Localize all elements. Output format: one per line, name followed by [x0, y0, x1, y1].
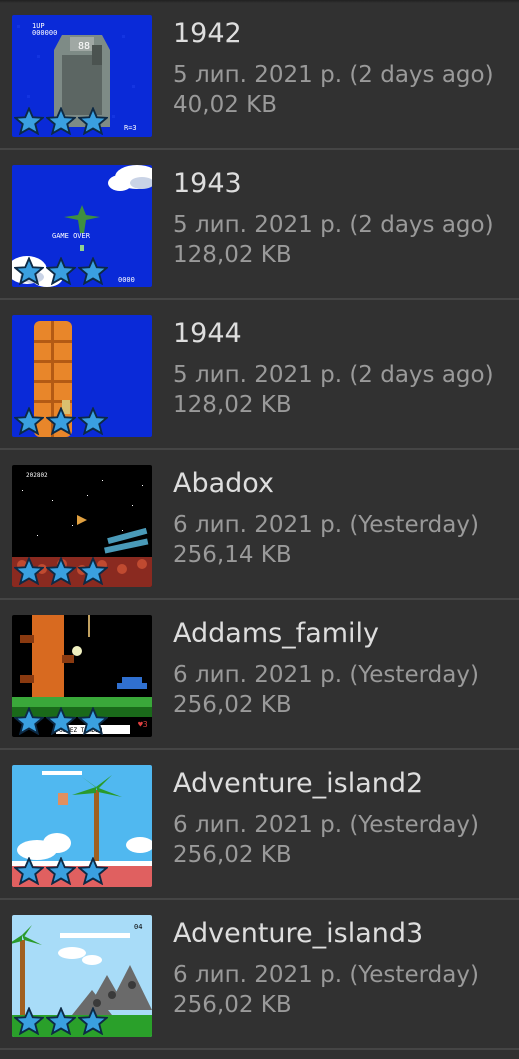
game-title: 1942	[173, 18, 242, 49]
game-date: 5 лип. 2021 р. (2 days ago)	[173, 62, 494, 88]
rating-stars	[14, 707, 108, 735]
star-icon	[78, 407, 108, 435]
star-icon	[46, 557, 76, 585]
list-item[interactable]: 88 1UP 000000 R=3 1942 5 лип. 2021 р. (2…	[0, 0, 519, 150]
game-size: 256,14 KB	[173, 542, 292, 568]
star-icon	[14, 407, 44, 435]
game-thumbnail: 202802	[12, 465, 152, 587]
star-icon	[46, 857, 76, 885]
star-icon	[78, 1007, 108, 1035]
svg-text:R=3: R=3	[124, 124, 137, 132]
svg-text:88: 88	[78, 41, 90, 52]
rating-stars	[14, 857, 108, 885]
svg-text:000000: 000000	[32, 29, 57, 37]
star-icon	[46, 707, 76, 735]
star-icon	[14, 1007, 44, 1035]
star-icon	[78, 857, 108, 885]
star-icon	[46, 1007, 76, 1035]
star-icon	[46, 407, 76, 435]
rom-list: 88 1UP 000000 R=3 1942 5 лип. 2021 р. (2…	[0, 0, 519, 1059]
game-date: 5 лип. 2021 р. (2 days ago)	[173, 212, 494, 238]
svg-text:♥3: ♥3	[138, 720, 148, 729]
game-date: 6 лип. 2021 р. (Yesterday)	[173, 512, 479, 538]
game-date: 6 лип. 2021 р. (Yesterday)	[173, 962, 479, 988]
star-icon	[46, 257, 76, 285]
game-thumbnail: GAME OVER 0000	[12, 165, 152, 287]
star-icon	[78, 707, 108, 735]
star-icon	[78, 257, 108, 285]
game-thumbnail	[12, 315, 152, 437]
game-size: 256,02 KB	[173, 842, 292, 868]
game-size: 128,02 KB	[173, 392, 292, 418]
game-thumbnail	[12, 765, 152, 887]
list-item[interactable]: GAME OVER 0000 1943 5 лип. 2021 р. (2 da…	[0, 150, 519, 300]
list-item[interactable]: 04 Adventure_island3 6 лип. 2021 р. (Yes…	[0, 900, 519, 1050]
game-date: 6 лип. 2021 р. (Yesterday)	[173, 812, 479, 838]
game-title: 1943	[173, 168, 242, 199]
game-title: Adventure_island3	[173, 918, 424, 949]
rating-stars	[14, 1007, 108, 1035]
list-item[interactable]: Adventure_island2 6 лип. 2021 р. (Yester…	[0, 750, 519, 900]
game-title: Addams_family	[173, 618, 380, 649]
game-thumbnail: 88 1UP 000000 R=3	[12, 15, 152, 137]
game-title: Abadox	[173, 468, 274, 499]
star-icon	[14, 857, 44, 885]
svg-text:GAME OVER: GAME OVER	[52, 232, 91, 240]
star-icon	[14, 557, 44, 585]
game-size: 40,02 KB	[173, 92, 278, 118]
list-item[interactable]: 1944 5 лип. 2021 р. (2 days ago) 128,02 …	[0, 300, 519, 450]
rating-stars	[14, 107, 108, 135]
game-date: 5 лип. 2021 р. (2 days ago)	[173, 362, 494, 388]
game-date: 6 лип. 2021 р. (Yesterday)	[173, 662, 479, 688]
game-title: Adventure_island2	[173, 768, 424, 799]
game-size: 256,02 KB	[173, 992, 292, 1018]
rating-stars	[14, 407, 108, 435]
star-icon	[46, 107, 76, 135]
star-icon	[78, 557, 108, 585]
game-thumbnail: GOMEZ TOMDEN ♥3	[12, 615, 152, 737]
svg-text:0000: 0000	[118, 276, 135, 284]
rating-stars	[14, 557, 108, 585]
game-title: 1944	[173, 318, 242, 349]
star-icon	[14, 707, 44, 735]
game-size: 128,02 KB	[173, 242, 292, 268]
star-icon	[78, 107, 108, 135]
game-size: 256,02 KB	[173, 692, 292, 718]
svg-text:202802: 202802	[26, 472, 48, 479]
rating-stars	[14, 257, 108, 285]
star-icon	[14, 257, 44, 285]
svg-text:04: 04	[134, 923, 142, 931]
list-item[interactable]: 202802 Abadox 6 лип. 2021 р. (Yesterday)	[0, 450, 519, 600]
list-item[interactable]: GOMEZ TOMDEN ♥3 Addams_family 6 лип. 202…	[0, 600, 519, 750]
game-thumbnail: 04	[12, 915, 152, 1037]
star-icon	[14, 107, 44, 135]
